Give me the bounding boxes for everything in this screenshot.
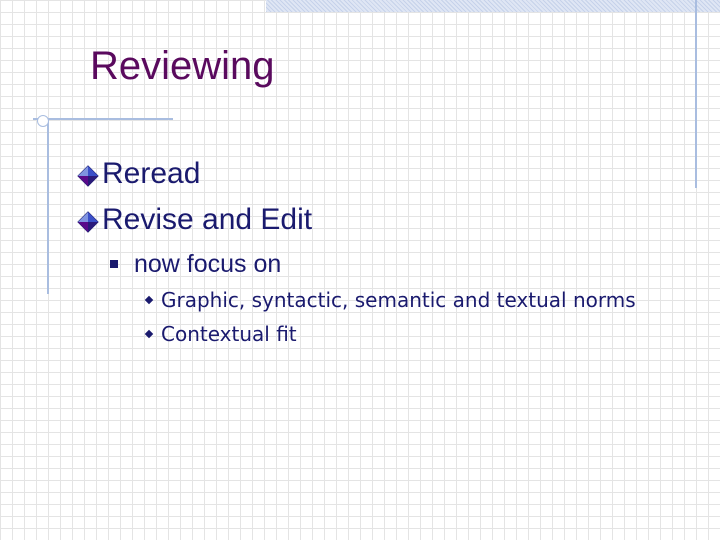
slide-title: Reviewing: [90, 44, 275, 88]
sub-sub-bullet-contextual-fit: Contextual fit: [144, 321, 297, 347]
sub-sub-bullet-text: Contextual fit: [161, 322, 297, 346]
bullet-text: Reread: [102, 157, 201, 190]
small-diamond-bullet-icon: [144, 295, 154, 305]
diamond-bullet-icon: [76, 208, 100, 233]
bullet-revise-and-edit: Revise and Edit: [76, 202, 312, 238]
sub-bullet-text: now focus on: [134, 249, 282, 278]
sub-bullet-now-focus-on: now focus on: [110, 250, 281, 278]
bullet-reread: Reread: [76, 156, 200, 192]
decorative-left-line: [47, 118, 49, 294]
small-diamond-bullet-icon: [144, 329, 154, 339]
decorative-title-underline: [33, 118, 173, 120]
decorative-top-band: [266, 0, 720, 12]
bullet-text: Revise and Edit: [102, 203, 313, 236]
slide: Reviewing Reread Revise and Edit now foc…: [0, 0, 720, 540]
decorative-right-line: [695, 0, 697, 188]
sub-sub-bullet-norms: Graphic, syntactic, semantic and textual…: [144, 287, 636, 313]
decorative-circle: [37, 115, 49, 127]
square-bullet-icon: [110, 260, 118, 268]
sub-sub-bullet-text: Graphic, syntactic, semantic and textual…: [161, 288, 636, 312]
diamond-bullet-icon: [76, 162, 100, 187]
